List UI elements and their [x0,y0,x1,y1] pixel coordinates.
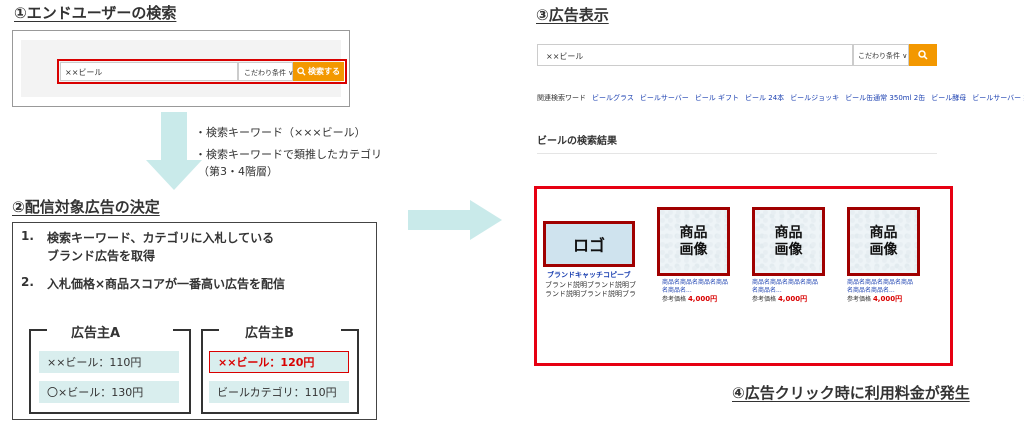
price-label: 参考価格 [847,296,872,303]
product-image[interactable]: 商品 画像 [847,207,920,276]
advertiser-b-bid-1-winner: ××ビール：120円 [209,351,349,373]
product-image-label: 画像 [679,241,708,258]
result-condition-label: こだわり条件 ∨ [858,52,908,60]
related-keyword-link[interactable]: ビール ギフト [695,93,739,103]
item1-line2: ブランド広告を取得 [47,249,156,263]
related-keyword-link[interactable]: ビールサーバー 業務用 [972,93,1024,103]
right-arrow [408,200,502,240]
related-keyword-link[interactable]: ビールグラス [592,93,634,103]
product-name[interactable]: 商品名商品名商品名商品 [752,279,818,286]
results-divider [537,153,937,154]
related-keyword-link[interactable]: ビール 24本 [745,93,784,103]
result-search-value: ××ビール [546,52,584,61]
note-category: ・検索キーワードで類推したカテゴリ [195,148,382,161]
results-title: ビールの検索結果 [537,136,617,147]
step1-screenshot-frame: ××ビール こだわり条件 ∨ 検索する [12,30,350,107]
result-condition-dropdown[interactable]: こだわり条件 ∨ [853,44,909,66]
down-arrow [146,112,202,190]
product-image-label: 商品 [679,225,708,242]
advertiser-b-border-left [201,329,219,331]
product-price: 4,000円 [872,295,903,303]
product-image-label: 画像 [774,241,803,258]
product-image-label: 商品 [774,225,803,242]
advertiser-b-bid-2: ビールカテゴリ：110円 [209,381,349,403]
item1-line1: 検索キーワード、カテゴリに入札している [47,231,275,245]
search-button-label: 検索する [308,67,340,76]
advertiser-a-title: 広告主A [71,326,121,341]
product-image[interactable]: 商品 画像 [752,207,825,276]
advertiser-b-title: 広告主B [245,326,294,341]
related-keywords-label: 関連検索ワード [537,94,586,102]
brand-logo-label: ロゴ [572,236,605,255]
search-icon [918,50,928,60]
product-price: 4,000円 [777,295,808,303]
condition-dropdown[interactable]: こだわり条件 ∨ [238,62,293,81]
item2-number: 2. [21,275,34,289]
search-input-value: ××ビール [65,68,103,77]
product-image[interactable]: 商品 画像 [657,207,730,276]
brand-catchcopy[interactable]: ブランドキャッチコピーブ [547,270,631,280]
related-keyword-link[interactable]: ビール酵母 [931,93,966,103]
item2-text: 入札価格×商品スコアが一番高い広告を配信 [47,277,286,291]
product-image-label: 商品 [869,225,898,242]
product-price: 4,000円 [687,295,718,303]
item1-number: 1. [21,229,34,243]
price-label: 参考価格 [752,296,777,303]
step2-box: 1. 検索キーワード、カテゴリに入札している ブランド広告を取得 2. 入札価格… [12,222,377,420]
price-label: 参考価格 [662,296,687,303]
condition-dropdown-label: こだわり条件 ∨ [244,69,294,77]
result-search-input[interactable]: ××ビール [537,44,853,66]
product-image-label: 画像 [869,241,898,258]
result-search-button[interactable] [909,44,937,66]
product-name[interactable]: 商品名商品名商品名商品 [662,279,728,286]
step2-title: ②配信対象広告の決定 [12,198,160,216]
step3-title: ③広告表示 [536,6,609,24]
note-keyword: ・検索キーワード（×××ビール） [195,126,366,139]
related-keyword-link[interactable]: ビールジョッキ [790,93,839,103]
note-category-level: （第3・4階層） [198,165,278,178]
search-button[interactable]: 検索する [293,62,344,81]
advertiser-a-bid-2: 〇×ビール：130円 [39,381,179,403]
advertiser-a-border-right [173,329,191,331]
step1-title: ①エンドユーザーの検索 [14,4,177,22]
related-keywords-row: 関連検索ワード ビールグラス ビールサーバー ビール ギフト ビール 24本 ビ… [537,93,1024,103]
brand-logo[interactable]: ロゴ [543,221,635,267]
related-keyword-link[interactable]: ビール缶通常 350ml 2缶 [845,93,925,103]
brand-description-line2: ランド説明ブランド説明ブラ [545,290,636,298]
advertiser-a-border-left [29,329,47,331]
advertiser-a-bid-1: ××ビール：110円 [39,351,179,373]
related-keyword-link[interactable]: ビールサーバー [640,93,689,103]
step4-title: ④広告クリック時に利用料金が発生 [732,384,970,402]
search-input[interactable]: ××ビール [60,62,238,81]
search-icon [297,67,306,76]
product-name[interactable]: 商品名商品名商品名商品 [847,279,913,286]
advertiser-b-border-right [341,329,359,331]
